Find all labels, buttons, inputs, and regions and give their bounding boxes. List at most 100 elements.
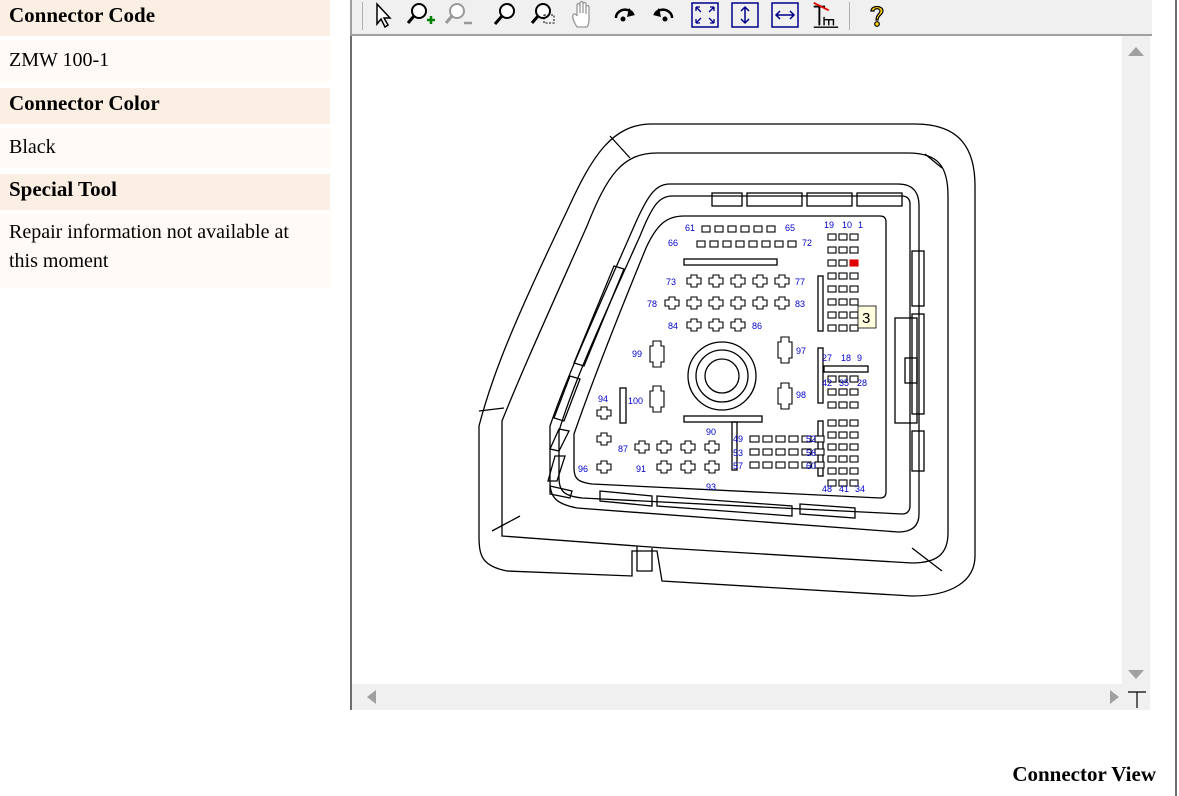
pin-cavity (827, 272, 837, 280)
scrollbar-corner (1122, 684, 1150, 710)
pin-number-label: 91 (636, 464, 646, 474)
pin-number-label: 84 (668, 321, 678, 331)
pin-cavity (838, 431, 848, 439)
pin-cavity (849, 324, 859, 332)
divider-bar (683, 258, 778, 266)
connector-info-panel: Connector Code ZMW 100-1 Connector Color… (0, 0, 330, 288)
side-latch-tab (904, 357, 918, 384)
pin-number-label: 65 (785, 223, 795, 233)
pin-number-label: 83 (795, 299, 805, 309)
pin-number-label: 100 (628, 396, 643, 406)
pin-cavity (849, 419, 859, 427)
zoom-icon[interactable] (490, 0, 520, 30)
pin-cavity (827, 443, 837, 451)
housing-ring-inner (549, 183, 920, 533)
pin-cavity-large (656, 460, 672, 474)
text-search-icon[interactable] (810, 0, 840, 30)
pin-cavity (749, 461, 760, 469)
housing-slot (911, 250, 925, 307)
pin-cavity (814, 435, 825, 443)
fit-all-icon[interactable] (690, 0, 720, 30)
zoom-window-icon[interactable] (528, 0, 558, 30)
pin-cavity (838, 388, 848, 396)
svg-text:3: 3 (862, 310, 870, 327)
zoom-in-icon[interactable] (406, 0, 436, 30)
pin-cavity (827, 311, 837, 319)
pin-cavity-power (777, 336, 793, 364)
horizontal-scrollbar[interactable] (350, 684, 1124, 710)
pin-cavity-large (704, 460, 720, 474)
pin-cavity-large (596, 406, 612, 420)
pin-cavity (838, 419, 848, 427)
pin-cavity (849, 259, 859, 267)
pin-cavity (849, 285, 859, 293)
pin-cavity-large (634, 440, 650, 454)
help-icon[interactable] (862, 0, 892, 30)
pin-cavity-large (686, 296, 702, 310)
pin-cavity (827, 388, 837, 396)
rotate-cw-icon[interactable] (610, 0, 640, 30)
pin-cavity (787, 240, 797, 248)
pin-cavity (722, 240, 732, 248)
pin-cavity-large (752, 296, 768, 310)
pin-number-label: 19 (824, 220, 834, 230)
pin-cavity-large (596, 460, 612, 474)
pin-cavity (838, 246, 848, 254)
scroll-left-icon (367, 690, 376, 704)
pin-number-label: 9 (857, 353, 862, 363)
pin-cavity-large (774, 274, 790, 288)
zoom-out-icon[interactable] (444, 0, 474, 30)
pin-cavity (827, 298, 837, 306)
fit-width-icon[interactable] (770, 0, 800, 30)
fit-height-icon[interactable] (730, 0, 760, 30)
pin-cavity-large (708, 296, 724, 310)
shell-notch (478, 135, 943, 572)
pin-cavity-large (656, 440, 672, 454)
housing-slot (911, 430, 925, 472)
pin-cavity-large (730, 318, 746, 332)
pan-hand-icon[interactable] (568, 0, 598, 30)
pin-cavity (849, 467, 859, 475)
pin-number-label: 49 (733, 434, 743, 444)
pin-cavity (696, 240, 706, 248)
pin-cavity (838, 324, 848, 332)
pin-number-label: 56 (806, 448, 816, 458)
special-tool-value: Repair information not available at this… (0, 214, 330, 288)
pin-cavity (849, 388, 859, 396)
pin-cavity-large (680, 460, 696, 474)
pin-cavity (735, 240, 745, 248)
pin-cavity-large (752, 274, 768, 288)
connector-canvas[interactable]: 61 65 66 72 19 10 1 73 77 78 83 84 86 99 97 27 18 9 42 35 28… (350, 36, 1122, 684)
pin-number-label: 73 (666, 277, 676, 287)
pin-number-label: 1 (858, 220, 863, 230)
pin-cavity (788, 435, 799, 443)
select-arrow-icon[interactable] (368, 0, 398, 30)
pin-cavity-large (774, 296, 790, 310)
pin-cavity (827, 259, 837, 267)
pin-number-label: 61 (685, 223, 695, 233)
rotate-ccw-icon[interactable] (648, 0, 678, 30)
pin-number-label: 60 (806, 461, 816, 471)
pin-number-label: 34 (855, 484, 865, 494)
pin-cavity (849, 443, 859, 451)
pin-number-label: 35 (839, 378, 849, 388)
pin-cavity-power (777, 382, 793, 410)
pin-cavity-large (704, 440, 720, 454)
pin-number-label: 10 (842, 220, 852, 230)
pin-cavity (849, 401, 859, 409)
pin-cavity (827, 431, 837, 439)
pin-number-label: 99 (632, 349, 642, 359)
pin-cavity (788, 461, 799, 469)
pin-cavity (827, 419, 837, 427)
pin-cavity-large (596, 432, 612, 446)
pin-cavity (748, 240, 758, 248)
bottom-latch (636, 546, 653, 572)
vertical-scrollbar[interactable] (1122, 36, 1150, 684)
pin-cavity (827, 285, 837, 293)
divider-bar (683, 415, 763, 423)
pin-cavity (849, 272, 859, 280)
pin-number-label: 18 (841, 353, 851, 363)
pin-cavity (838, 285, 848, 293)
scroll-right-icon (1110, 690, 1119, 704)
pin-number-label: 52 (806, 434, 816, 444)
